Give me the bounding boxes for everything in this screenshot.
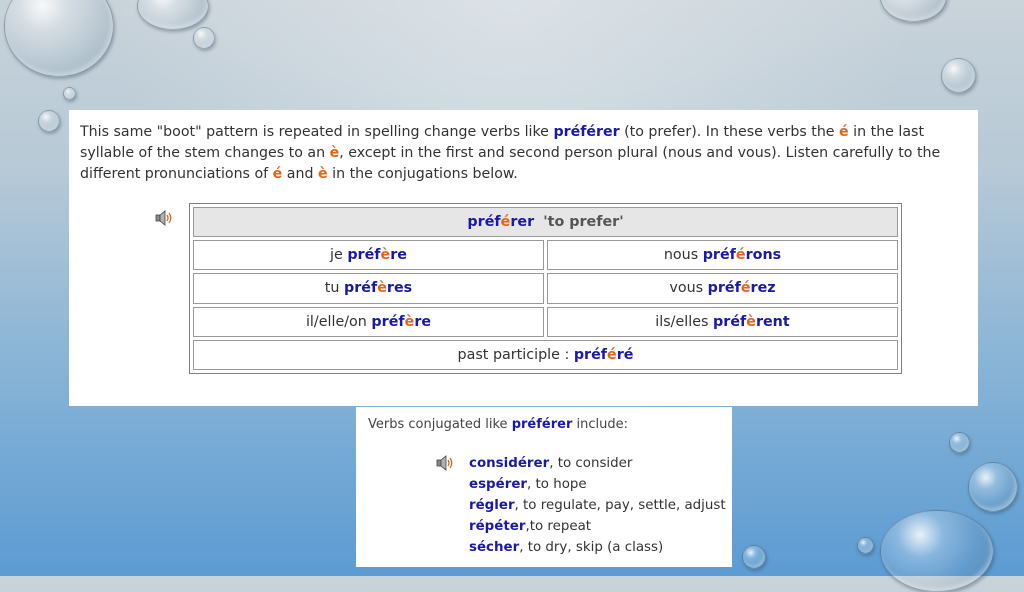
verb-ending: re: [414, 313, 432, 330]
verb-ending: ré: [616, 346, 634, 363]
verb-ending: rez: [750, 280, 776, 297]
intro-text: and: [282, 165, 318, 182]
pronoun: ils/elles: [655, 313, 714, 330]
verb-stem: préf: [713, 313, 747, 330]
verb-stem: préf: [371, 313, 405, 330]
conjugation-cell: vous préférez: [547, 273, 898, 304]
verb-stem: préf: [573, 346, 608, 363]
conjugation-cell: il/elle/on préfère: [193, 306, 544, 337]
speaker-icon[interactable]: [155, 209, 175, 227]
letter-highlight: è: [377, 280, 387, 297]
verb-meaning: , to regulate, pay, settle, adjust: [514, 497, 726, 513]
list-item: sécher, to dry, skip (a class): [469, 538, 726, 559]
verb-list: considérer, to consider espérer, to hope…: [469, 454, 726, 559]
past-participle-cell: past participle : préféré: [193, 339, 898, 370]
intro-text: This same "boot" pattern is repeated in …: [80, 124, 554, 140]
letter-highlight: è: [380, 247, 391, 264]
letter-highlight: è: [318, 165, 328, 182]
list-item: espérer, to hope: [469, 475, 726, 496]
verb-stem: préf: [344, 280, 378, 297]
intro-text: in the conjugations below.: [327, 165, 518, 182]
list-title-text: include:: [572, 417, 628, 432]
speaker-icon[interactable]: [436, 454, 456, 472]
participle-label: past participle :: [457, 346, 574, 363]
water-drop-decoration: [880, 510, 994, 592]
water-drop-decoration: [742, 545, 766, 569]
verb-name: espérer: [469, 476, 528, 492]
letter-highlight: é: [735, 247, 746, 264]
water-drop-decoration: [968, 462, 1018, 512]
water-drop-decoration: [63, 87, 76, 100]
letter-highlight: é: [272, 165, 283, 182]
verb-name: régler: [469, 497, 515, 513]
verb-ending: re: [390, 247, 407, 264]
verb-highlight: préférer: [553, 124, 620, 140]
verb-ending: rer: [510, 214, 535, 231]
verb-gloss: 'to prefer': [543, 214, 624, 231]
letter-highlight: è: [746, 313, 756, 330]
verb-stem: préf: [707, 280, 741, 297]
verb-ending: rent: [755, 313, 790, 330]
verb-stem: préf: [467, 214, 501, 231]
letter-highlight: é: [740, 280, 751, 297]
intro-text: (to prefer). In these verbs the: [619, 124, 840, 140]
water-drop-decoration: [949, 432, 970, 453]
conjugation-table: préférer 'to prefer' je préfère nous pré…: [189, 203, 902, 374]
intro-paragraph: This same "boot" pattern is repeated in …: [80, 122, 970, 184]
water-drop-decoration: [193, 27, 215, 49]
pronoun: vous: [669, 280, 708, 297]
list-title: Verbs conjugated like préférer include:: [368, 417, 628, 432]
list-item: considérer, to consider: [469, 454, 726, 475]
verb-stem: préf: [702, 247, 736, 264]
conjugation-cell: je préfère: [193, 240, 544, 271]
conjugation-panel: This same "boot" pattern is repeated in …: [69, 110, 978, 406]
water-drop-decoration: [941, 58, 976, 93]
list-item: régler, to regulate, pay, settle, adjust: [469, 496, 726, 517]
letter-highlight: é: [839, 124, 849, 140]
verb-highlight: préférer: [511, 417, 573, 432]
letter-highlight: è: [404, 313, 415, 330]
verb-meaning: ,to repeat: [525, 518, 592, 534]
verb-meaning: , to hope: [527, 476, 587, 492]
table-header: préférer 'to prefer': [193, 207, 898, 238]
verb-stem: préf: [347, 247, 381, 264]
list-title-text: Verbs conjugated like: [368, 417, 512, 432]
pronoun: tu: [324, 280, 345, 297]
water-drop-decoration: [857, 537, 874, 554]
list-item: répéter,to repeat: [469, 517, 726, 538]
water-drop-decoration: [38, 110, 60, 132]
verb-meaning: , to dry, skip (a class): [519, 539, 664, 555]
letter-highlight: è: [329, 144, 340, 161]
pronoun: nous: [663, 247, 703, 264]
verb-meaning: , to consider: [549, 456, 633, 471]
conjugation-cell: ils/elles préfèrent: [547, 306, 898, 337]
verb-name: sécher: [469, 539, 520, 555]
pronoun: je: [330, 247, 348, 264]
letter-highlight: é: [607, 346, 617, 363]
letter-highlight: é: [500, 214, 511, 231]
verb-ending: rons: [745, 247, 782, 264]
verb-name: répéter: [469, 518, 526, 534]
conjugation-cell: tu préfères: [193, 273, 544, 304]
verb-name: considérer: [469, 456, 550, 471]
verb-ending: res: [386, 280, 413, 297]
conjugation-cell: nous préférons: [547, 240, 898, 271]
similar-verbs-panel: Verbs conjugated like préférer include: …: [356, 407, 732, 567]
pronoun: il/elle/on: [305, 313, 372, 330]
